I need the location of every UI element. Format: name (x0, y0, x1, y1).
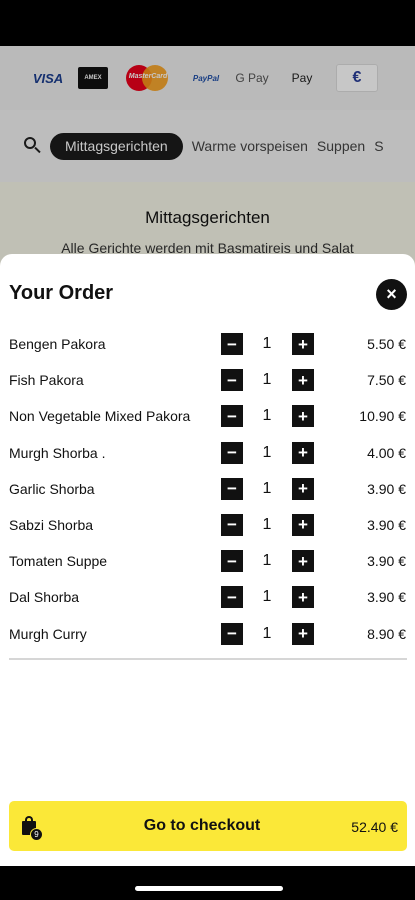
item-quantity: 1 (262, 443, 272, 461)
increase-quantity-button[interactable]: + (292, 441, 314, 464)
decrease-quantity-button[interactable]: − (221, 586, 243, 609)
increase-quantity-button[interactable]: + (292, 405, 314, 428)
order-title: Your Order (9, 282, 114, 304)
item-price: 3.90 € (367, 516, 406, 533)
decrease-quantity-button[interactable]: − (221, 369, 243, 392)
item-price: 7.50 € (367, 372, 406, 389)
increase-quantity-button[interactable]: + (292, 513, 314, 536)
item-name: Tomaten Suppe (9, 553, 108, 570)
increase-quantity-button[interactable]: + (292, 550, 314, 573)
divider (9, 658, 407, 660)
close-button[interactable]: × (376, 279, 407, 310)
item-name: Non Vegetable Mixed Pakora (9, 408, 191, 425)
increase-quantity-button[interactable]: + (292, 477, 314, 500)
decrease-quantity-button[interactable]: − (221, 477, 243, 500)
item-name: Murgh Shorba . (9, 444, 106, 461)
item-price: 8.90 € (367, 625, 406, 642)
decrease-quantity-button[interactable]: − (221, 441, 243, 464)
item-quantity: 1 (262, 588, 272, 606)
item-quantity: 1 (262, 371, 272, 389)
item-quantity: 1 (262, 515, 272, 533)
item-price: 4.00 € (367, 444, 406, 461)
order-item-row: Sabzi Shorba − 1 + 3.90 € (0, 507, 415, 543)
item-price: 3.90 € (367, 589, 406, 606)
increase-quantity-button[interactable]: + (292, 333, 314, 355)
status-bar (0, 0, 415, 46)
increase-quantity-button[interactable]: + (292, 622, 314, 645)
item-price: 10.90 € (359, 408, 406, 425)
item-quantity: 1 (262, 624, 272, 642)
order-item-row: Murgh Shorba . − 1 + 4.00 € (0, 435, 415, 471)
order-items-list: Bengen Pakora − 1 + 5.50 € Fish Pakora −… (0, 326, 415, 652)
item-quantity: 1 (262, 479, 272, 497)
item-name: Sabzi Shorba (9, 516, 94, 533)
order-bottom-sheet: Your Order × Bengen Pakora − 1 + 5.50 € … (0, 254, 415, 866)
checkout-total: 52.40 € (351, 819, 398, 835)
checkout-button[interactable]: 9 Go to checkout 52.40 € (9, 801, 407, 851)
item-price: 3.90 € (367, 553, 406, 570)
decrease-quantity-button[interactable]: − (221, 333, 243, 355)
item-quantity: 1 (262, 552, 272, 570)
item-name: Garlic Shorba (9, 480, 95, 497)
home-indicator[interactable] (135, 886, 283, 891)
checkout-label: Go to checkout (143, 817, 261, 834)
item-name: Fish Pakora (9, 372, 84, 389)
decrease-quantity-button[interactable]: − (221, 622, 243, 645)
item-name: Bengen Pakora (9, 336, 106, 352)
order-item-row: Non Vegetable Mixed Pakora − 1 + 10.90 € (0, 398, 415, 434)
item-name: Dal Shorba (9, 589, 80, 606)
decrease-quantity-button[interactable]: − (221, 550, 243, 573)
order-item-row: Bengen Pakora − 1 + 5.50 € (0, 326, 415, 362)
increase-quantity-button[interactable]: + (292, 369, 314, 392)
item-name: Murgh Curry (9, 625, 87, 642)
item-price: 3.90 € (367, 480, 406, 497)
item-price: 5.50 € (367, 336, 406, 352)
item-quantity: 1 (262, 407, 272, 425)
order-item-row: Dal Shorba − 1 + 3.90 € (0, 579, 415, 615)
close-icon: × (386, 284, 397, 304)
order-item-row: Fish Pakora − 1 + 7.50 € (0, 362, 415, 398)
increase-quantity-button[interactable]: + (292, 586, 314, 609)
order-item-row: Tomaten Suppe − 1 + 3.90 € (0, 543, 415, 579)
decrease-quantity-button[interactable]: − (221, 513, 243, 536)
decrease-quantity-button[interactable]: − (221, 405, 243, 428)
order-item-row: Garlic Shorba − 1 + 3.90 € (0, 471, 415, 507)
system-bottom-bar (0, 866, 415, 900)
order-item-row: Murgh Curry − 1 + 8.90 € (0, 616, 415, 652)
item-quantity: 1 (262, 335, 272, 352)
